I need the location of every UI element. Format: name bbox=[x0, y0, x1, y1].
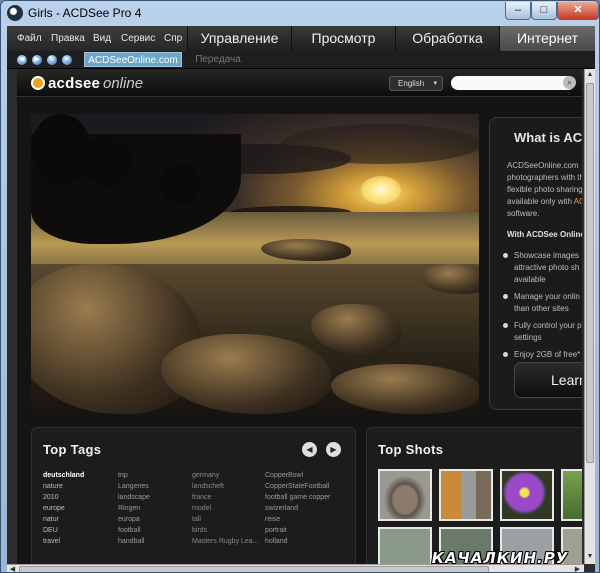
tag-link[interactable]: Masters Rugby Lea... bbox=[192, 536, 259, 547]
tag-link[interactable]: europa bbox=[118, 514, 150, 525]
top-shots-title: Top Shots bbox=[378, 442, 444, 457]
tag-link[interactable]: 2010 bbox=[43, 492, 84, 503]
language-select[interactable]: English ▾ bbox=[389, 76, 443, 91]
scroll-thumb[interactable] bbox=[586, 83, 594, 463]
menu-bar: Файл Правка Вид Сервис Спр Управление Пр… bbox=[7, 26, 595, 51]
top-tags-panel: Top Tags ◀ ▶ deutschland nature 2010 eur… bbox=[31, 427, 356, 564]
tag-column-4: CopperBowl CopperStateFootball football … bbox=[265, 470, 330, 547]
tag-link[interactable]: europe bbox=[43, 503, 84, 514]
stop-icon[interactable]: ✕ bbox=[62, 55, 72, 65]
tag-link[interactable]: football game copper bbox=[265, 492, 330, 503]
minimize-button[interactable]: – bbox=[505, 2, 531, 20]
feature-item: Showcase images attractive photo sh availa… bbox=[503, 250, 582, 286]
tag-link[interactable]: handball bbox=[118, 536, 150, 547]
tag-link[interactable]: landscape bbox=[118, 492, 150, 503]
green-photo[interactable] bbox=[561, 469, 582, 521]
hero-sunset-photo[interactable] bbox=[31, 114, 479, 414]
scroll-left-icon[interactable]: ◀ bbox=[7, 565, 18, 572]
language-value: English bbox=[398, 79, 425, 88]
tag-column-3: germany landscheft france model tall bir… bbox=[192, 470, 259, 547]
logo-brand: acdsee bbox=[48, 75, 101, 92]
refresh-icon[interactable]: ↻ bbox=[47, 55, 57, 65]
tag-link[interactable]: DEU bbox=[43, 525, 84, 536]
forward-icon[interactable]: ▶ bbox=[32, 55, 42, 65]
tag-link[interactable]: CopperStateFootball bbox=[265, 481, 330, 492]
tag-column-1: deutschland nature 2010 europe natur DEU… bbox=[43, 470, 84, 547]
menu-tools[interactable]: Сервис bbox=[121, 33, 155, 44]
kittens-photo[interactable] bbox=[439, 469, 493, 521]
acdsee-link[interactable]: AC bbox=[574, 197, 582, 206]
acdsee-app: Файл Правка Вид Сервис Спр Управление Пр… bbox=[7, 26, 595, 572]
search-input[interactable] bbox=[451, 76, 575, 90]
feature-item: Manage your onlin than other sites bbox=[503, 291, 582, 315]
tag-link[interactable]: france bbox=[192, 492, 259, 503]
tag-link[interactable]: tall bbox=[192, 514, 259, 525]
menu-view[interactable]: Вид bbox=[93, 33, 111, 44]
tag-link[interactable]: holland bbox=[265, 536, 330, 547]
tag-link[interactable]: trip bbox=[118, 470, 150, 481]
maximize-button[interactable]: □ bbox=[531, 2, 557, 20]
browser-nav-bar: ◀ ▶ ↻ ✕ ACDSeeOnline.com Передача bbox=[7, 51, 595, 69]
tab-upload[interactable]: Передача bbox=[188, 52, 248, 67]
menu-edit[interactable]: Правка bbox=[51, 33, 85, 44]
tag-link[interactable]: Langenes bbox=[118, 481, 150, 492]
info-paragraph: ACDSeeOnline.com photographers with th f… bbox=[507, 160, 582, 220]
top-tags-title: Top Tags bbox=[43, 442, 102, 457]
next-arrow-icon[interactable]: ▶ bbox=[326, 442, 341, 457]
feature-item: Fully control your p settings bbox=[503, 320, 582, 344]
learn-more-button[interactable]: Learn bbox=[514, 362, 582, 398]
tag-column-2: trip Langenes landscape Ringen europa fo… bbox=[118, 470, 150, 547]
tag-link[interactable]: birds bbox=[192, 525, 259, 536]
tag-link[interactable]: swizerland bbox=[265, 503, 330, 514]
what-is-panel: What is ACD ACDSeeOnline.com photographe… bbox=[489, 117, 582, 410]
mode-tab-online[interactable]: Интернет bbox=[499, 26, 595, 51]
feature-list: Showcase images attractive photo sh availa… bbox=[503, 250, 582, 366]
sun bbox=[361, 176, 401, 204]
menu-file[interactable]: Файл bbox=[17, 33, 42, 44]
tag-link[interactable]: football bbox=[118, 525, 150, 536]
crocus-flowers-photo[interactable] bbox=[500, 469, 554, 521]
mode-tab-manage[interactable]: Управление bbox=[187, 26, 291, 51]
tag-link[interactable]: natur bbox=[43, 514, 84, 525]
logo-suffix: online bbox=[103, 75, 144, 92]
thumbnail[interactable] bbox=[378, 527, 432, 564]
tag-link[interactable]: nature bbox=[43, 481, 84, 492]
prev-arrow-icon[interactable]: ◀ bbox=[302, 442, 317, 457]
acdsee-logo-icon bbox=[31, 76, 45, 90]
search-icon[interactable]: ⌕ bbox=[563, 76, 576, 89]
tag-link[interactable]: germany bbox=[192, 470, 259, 481]
back-icon[interactable]: ◀ bbox=[17, 55, 27, 65]
tab-acdseeonline[interactable]: ACDSeeOnline.com bbox=[84, 52, 182, 67]
scroll-up-icon[interactable]: ▲ bbox=[585, 69, 595, 81]
window-title: Girls - ACDSee Pro 4 bbox=[28, 6, 142, 20]
bird-photo[interactable] bbox=[378, 469, 432, 521]
watermark-text: КАЧАЛКИН.РУ bbox=[430, 549, 570, 567]
title-bar[interactable]: Girls - ACDSee Pro 4 – □ ✕ bbox=[1, 1, 599, 25]
close-button[interactable]: ✕ bbox=[557, 2, 599, 20]
tag-link[interactable]: model bbox=[192, 503, 259, 514]
tag-link[interactable]: reise bbox=[265, 514, 330, 525]
info-subtitle: With ACDSee Online bbox=[507, 230, 582, 239]
mode-tab-view[interactable]: Просмотр bbox=[291, 26, 395, 51]
app-window: Girls - ACDSee Pro 4 – □ ✕ Файл Правка В… bbox=[0, 0, 600, 573]
site-header: acdsee online English ▾ ⌕ bbox=[17, 69, 582, 97]
tag-link[interactable]: Ringen bbox=[118, 503, 150, 514]
tag-link[interactable]: travel bbox=[43, 536, 84, 547]
feature-item: Enjoy 2GB of free* bbox=[503, 349, 582, 361]
menu-help[interactable]: Спр bbox=[164, 33, 182, 44]
chevron-down-icon: ▾ bbox=[433, 80, 437, 87]
info-title: What is ACD bbox=[514, 130, 582, 145]
tag-link[interactable]: landscheft bbox=[192, 481, 259, 492]
vertical-scrollbar[interactable]: ▲ ▼ bbox=[584, 69, 595, 564]
mode-tab-develop[interactable]: Обработка bbox=[395, 26, 499, 51]
tag-link[interactable]: CopperBowl bbox=[265, 470, 330, 481]
tag-link[interactable]: deutschland bbox=[43, 470, 84, 481]
acdsee-app-icon bbox=[7, 5, 23, 21]
web-content: acdsee online English ▾ ⌕ What is AC ACD… bbox=[17, 69, 582, 564]
tag-link[interactable]: portrait bbox=[265, 525, 330, 536]
top-shots-panel: Top Shots bbox=[366, 427, 582, 564]
scroll-thumb[interactable] bbox=[19, 566, 489, 572]
